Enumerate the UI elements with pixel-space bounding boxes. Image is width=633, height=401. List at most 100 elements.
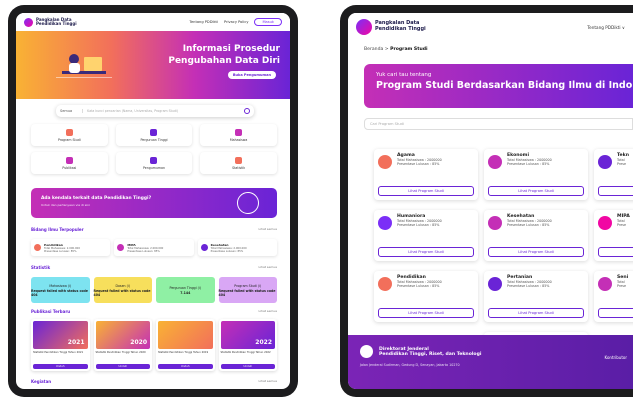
bidang-header: Bidang Ilmu Terpopuler Lihat semua [31,227,277,232]
publikasi-title: Publikasi Terbaru [31,309,71,314]
menu-perguruan-tinggi[interactable]: Perguruan Tinggi [115,124,193,146]
footer: Direktorat Jenderal Pendidikan Tinggi, R… [348,335,633,389]
program-graduates: Presentase Lulusan : 85% [507,284,550,289]
program-card-head: Seni Total Prese [598,275,633,291]
top-nav: Pangkalan Data Pendidikan Tinggi Tentang… [348,13,633,41]
menu-program-studi[interactable]: Program Studi [31,124,108,146]
program-card[interactable]: SeniTotalPrese Lih [594,271,633,322]
view-program-button[interactable]: Lihat Program Studi [378,186,474,196]
view-program-button[interactable]: Lihat Program Studi [378,308,474,318]
login-button[interactable]: Masuk [254,18,282,26]
view-program-button[interactable]: Lihat Program Studi [378,247,474,257]
publication-title: Statistik Pendidikan Tinggi Tahun 2019 [158,351,209,354]
footer-kontributor-link[interactable]: Kontributor [605,355,627,360]
publication-card[interactable]: 2021 Statistik Pendidikan Tinggi Tahun 20… [31,319,90,371]
right-tablet: Pangkalan Data Pendidikan Tinggi Tentang… [340,5,633,397]
menu-mahasiswa[interactable]: Mahasiswa [200,124,277,146]
search-input[interactable]: Kata kunci pencarian (Nama, Universitas,… [87,109,240,113]
download-button[interactable]: Unduh [95,364,150,369]
bidang-more-link[interactable]: Lihat semua [259,227,277,232]
search-bar: Semua Kata kunci pencarian (Nama, Univer… [56,105,254,117]
breadcrumb-home[interactable]: Beranda [364,47,383,52]
program-search-input[interactable]: Cari Program Studi [364,118,633,130]
menu-label: Statistik [232,165,246,170]
program-card[interactable]: Humaniora Total Mahasiswa : 2000000 Presen… [374,210,478,261]
stat-value: Request failed with status code 404 [93,288,151,297]
view-program-button[interactable]: Lihat Program Studi [488,186,584,196]
program-graduates: Presentase Lulusan : 85% [397,223,440,228]
pddikti-logo-icon [24,17,33,27]
program-card[interactable]: MIPATotalPrese Lih [594,210,633,261]
menu-label: Publikasi [62,165,77,170]
download-button[interactable]: Unduh [158,364,213,369]
program-field-icon [488,277,502,291]
help-banner[interactable]: Ada kendala terkait data Pendidikan Ting… [31,188,277,218]
kegiatan-more-link[interactable]: Lihat semua [259,379,277,384]
publication-card[interactable]: 2020 Statistik Pendidikan Tinggi Tahun 20… [93,319,152,371]
publikasi-more-link[interactable]: Lihat semua [259,309,277,314]
menu-publikasi[interactable]: Publikasi [31,152,108,174]
nav-about[interactable]: Tentang PDDikti ∨ [587,25,625,30]
help-banner-subtitle: Untuk dan pertanyaan via di sini [41,203,90,207]
publication-title: Statistik Pendidikan Tinggi Tahun 2022 [220,351,271,354]
nav-links: Tentang PDDikti Privacy Policy Masuk [189,18,282,26]
kegiatan-header: Kegiatan Lihat semua [31,379,277,384]
brand-name: Pangkalan Data Pendidikan Tinggi [375,20,426,32]
publication-title: Statistik Pendidikan Tinggi Tahun 2021 [33,351,84,354]
bidang-card[interactable]: Kesehatan Total Mahasiswa: 2.000.000 Prese… [197,239,277,256]
stat-card-pt[interactable]: Perguruan Tinggi (i) 7.144 [156,277,215,303]
publication-card[interactable]: Statistik Pendidikan Tinggi Tahun 2019 Un… [156,319,215,371]
program-card[interactable]: Pertanian Total Mahasiswa : 2000000 Presen… [484,271,588,322]
bidang-title: Bidang Ilmu Terpopuler [31,227,84,232]
program-card-head: Pendidikan Total Mahasiswa : 2000000 Prese… [378,275,474,291]
view-program-button[interactable]: Lih [598,186,633,196]
view-program-button[interactable]: Lihat Program Studi [488,247,584,257]
program-card[interactable]: TeknTotalPrese Lih [594,149,633,200]
statistik-more-link[interactable]: Lihat semua [259,265,277,270]
program-field-icon [598,216,612,230]
brand-logo[interactable]: Pangkalan Data Pendidikan Tinggi [356,19,426,35]
stat-card-prodi[interactable]: Program Studi (i) Request failed with sta… [218,277,277,303]
publication-card[interactable]: 2022 Statistik Pendidikan Tinggi Tahun 20… [218,319,277,371]
menu-label: Mahasiswa [229,137,248,142]
search-icon[interactable] [244,108,250,114]
search-category-select[interactable]: Semua [60,109,84,113]
statistics-icon [235,156,243,164]
program-studi-page: Pangkalan Data Pendidikan Tinggi Tentang… [348,13,633,389]
program-card[interactable]: Kesehatan Total Mahasiswa : 2000000 Presen… [484,210,588,261]
download-button[interactable]: Unduh [220,364,275,369]
menu-statistik[interactable]: Statistik [200,152,277,174]
ministry-logo-icon [360,345,373,358]
download-button[interactable]: Unduh [33,364,88,369]
program-card-head: Ekonomi Total Mahasiswa : 2000000 Presenta… [488,153,584,169]
hero-illustration-icon [56,54,112,78]
brand-name: Pangkalan Data Pendidikan Tinggi [36,16,77,26]
nav-about[interactable]: Tentang PDDikti [189,20,218,24]
view-program-button[interactable]: Lih [598,247,633,257]
view-program-button[interactable]: Lih [598,308,633,318]
nav-privacy[interactable]: Privacy Policy [224,20,249,24]
program-card[interactable]: Pendidikan Total Mahasiswa : 2000000 Prese… [374,271,478,322]
program-card[interactable]: Ekonomi Total Mahasiswa : 2000000 Presenta… [484,149,588,200]
bidang-graduates: Presentase Lulusan: 85% [44,249,77,253]
program-field-icon [598,277,612,291]
footer-brand: Direktorat Jenderal Pendidikan Tinggi, R… [360,345,621,358]
program-card-head: MIPA Total Prese [598,214,633,230]
landing-page: Pangkalan Data Pendidikan Tinggi Tentang… [16,13,290,389]
brand-logo[interactable]: Pangkalan Data Pendidikan Tinggi [24,16,77,27]
menu-label: Perguruan Tinggi [140,137,168,142]
study-program-icon [65,128,73,136]
stat-card-dosen[interactable]: Dosen (i) Request failed with status code… [93,277,152,303]
stat-name: Program Studi (i) [234,283,262,288]
top-nav: Pangkalan Data Pendidikan Tinggi Tentang… [16,13,290,31]
bidang-card[interactable]: MIPA Total Mahasiswa: 2.000.000 Presentase… [114,239,194,256]
publikasi-header: Publikasi Terbaru Lihat semua [31,309,277,314]
bidang-card[interactable]: Pendidikan Total Mahasiswa: 2.000.000 Pres… [31,239,111,256]
publikasi-list: 2021 Statistik Pendidikan Tinggi Tahun 20… [31,319,277,371]
menu-pengumuman[interactable]: Pengumuman [115,152,193,174]
stat-card-mahasiswa[interactable]: Mahasiswa (i) Request failed with status … [31,277,90,303]
view-program-button[interactable]: Lihat Program Studi [488,308,584,318]
program-card[interactable]: Agama Total Mahasiswa : 2000000 Presentase… [374,149,478,200]
announcement-button[interactable]: Buka Pengumuman [227,71,276,79]
footer-address: Jalan Jenderal Sudirman, Gedung D, Senay… [360,363,460,367]
